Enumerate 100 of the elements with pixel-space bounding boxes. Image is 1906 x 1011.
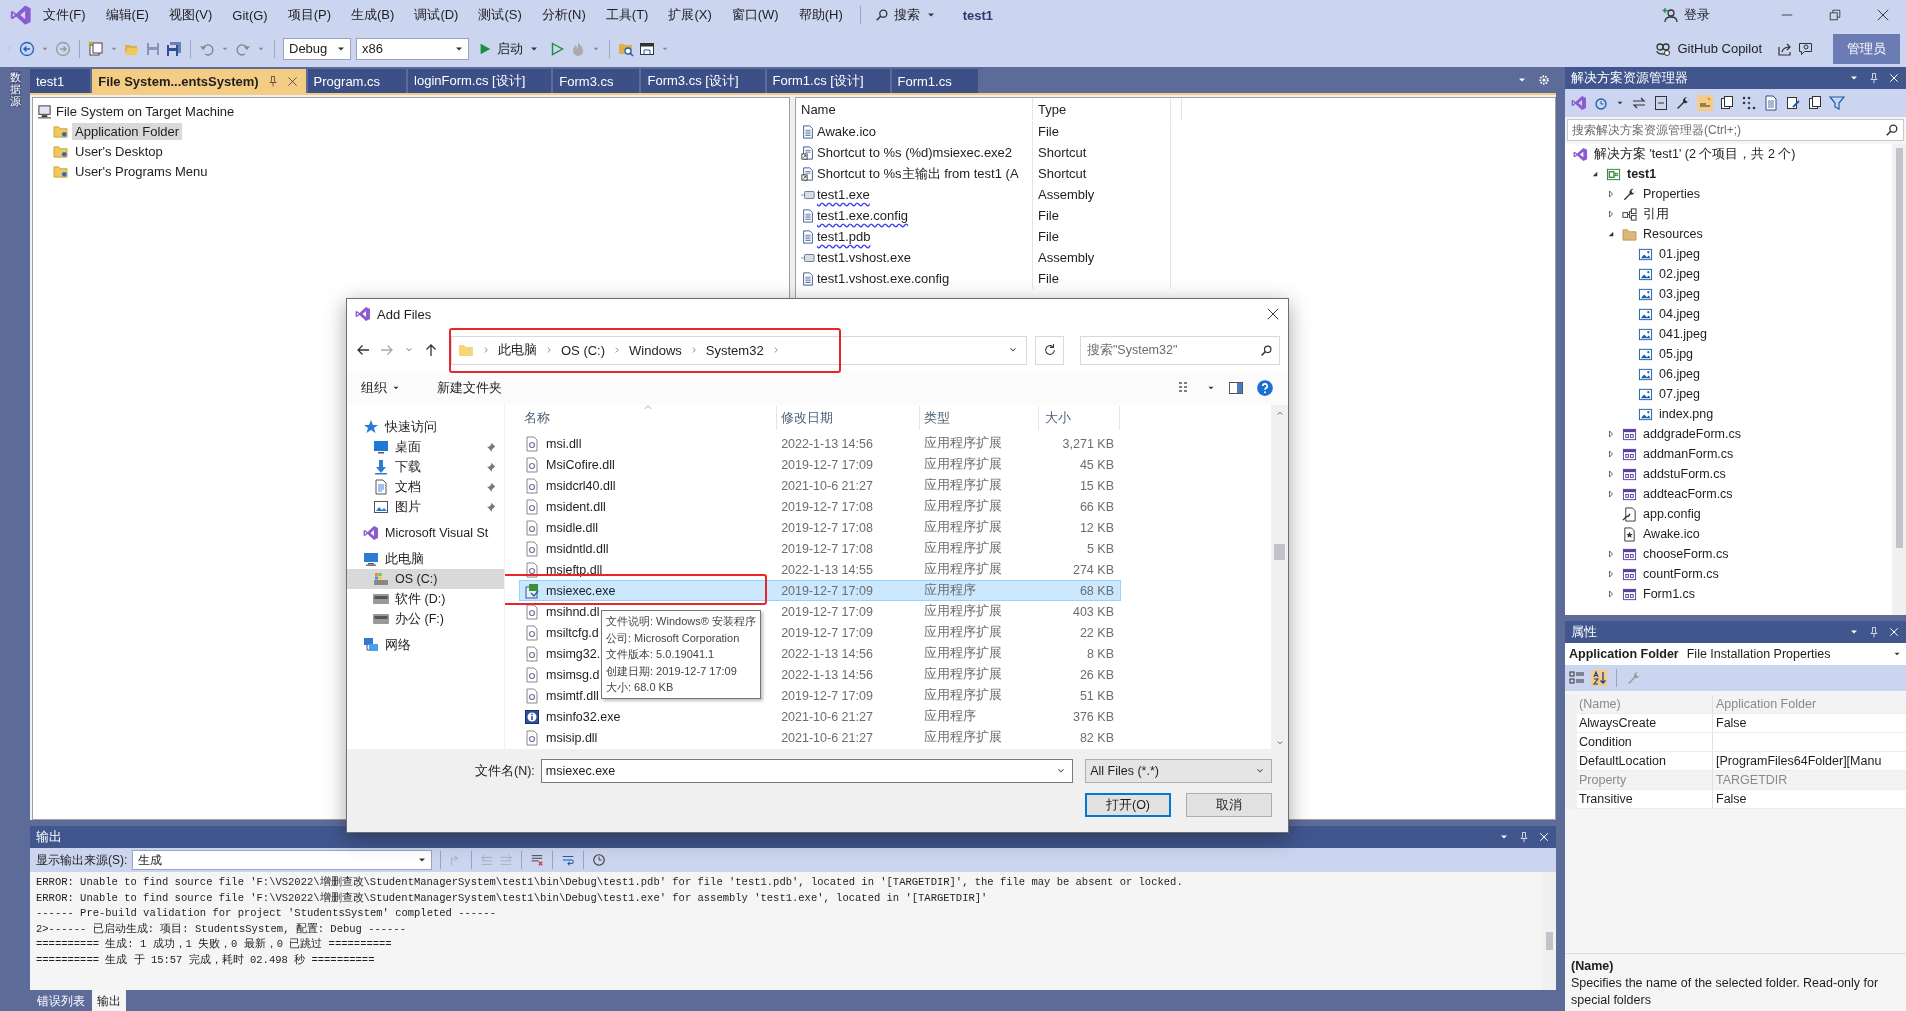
dialog-button[interactable]: 取消 (1186, 793, 1272, 817)
breadcrumb[interactable]: OS (C:) (561, 342, 606, 358)
tree-item[interactable]: 解决方案 'test1' (2 个项目，共 2 个) (1593, 144, 1797, 164)
start-button[interactable]: 启动 (474, 37, 544, 60)
help-icon[interactable] (1256, 379, 1274, 397)
file-name[interactable]: test1.exe (817, 187, 870, 202)
close-icon[interactable] (1876, 8, 1890, 22)
menu-item[interactable]: 帮助(H) (789, 2, 852, 28)
document-tab[interactable]: Form3.cs (553, 69, 640, 93)
tree-item[interactable]: Resources (1642, 226, 1704, 242)
switch-view-icon[interactable] (1571, 95, 1587, 111)
search-input[interactable]: 搜索"System32" (1086, 343, 1256, 357)
tree-item[interactable]: 07.jpeg (1658, 386, 1701, 402)
scrollbar[interactable] (1271, 405, 1288, 749)
pin-icon[interactable] (1518, 831, 1530, 843)
command-button[interactable]: 组织 (361, 379, 401, 397)
file-name[interactable]: test1.pdb (817, 229, 871, 244)
nav-item[interactable]: 办公 (F:) (347, 609, 504, 629)
back-icon[interactable] (19, 40, 35, 57)
pin-icon[interactable] (266, 75, 279, 87)
categorized-icon[interactable] (1569, 670, 1585, 686)
scroll-thumb[interactable] (1895, 148, 1903, 548)
panel-tab[interactable]: 错误列表 (32, 990, 90, 1011)
tree-item[interactable]: app.config (1642, 506, 1702, 522)
nav-item[interactable]: 文档 (347, 477, 504, 497)
nav-item[interactable]: 下载 (347, 457, 504, 477)
nav-item[interactable]: 软件 (D:) (347, 589, 504, 609)
file-row[interactable]: msiexec.exe 2019-12-7 17:09 应用程序 68 KB (519, 580, 1121, 601)
column-header[interactable]: Type (1033, 98, 1171, 120)
tree-item[interactable]: 06.jpeg (1658, 366, 1701, 382)
object-selector[interactable]: Application Folder File Installation Properties (1565, 643, 1906, 665)
document-tab[interactable]: Form1.cs (891, 69, 978, 93)
account-button[interactable]: 管理员 (1833, 33, 1900, 64)
play-outline-icon[interactable] (549, 40, 565, 57)
document-tab[interactable]: Form1.cs [设计] (766, 69, 890, 93)
document-tab[interactable]: test1 (30, 69, 91, 93)
nav-item[interactable]: 桌面 (347, 437, 504, 457)
menu-item[interactable]: 扩展(X) (659, 2, 721, 28)
scrollbar[interactable] (1892, 144, 1906, 615)
file-name[interactable]: Shortcut to %s主输出 from test1 (A (817, 164, 1019, 183)
sync-icon[interactable] (1631, 95, 1647, 111)
settings-icon[interactable] (1538, 74, 1550, 86)
pages-icon[interactable] (1807, 95, 1823, 111)
property-name[interactable]: Transitive (1577, 790, 1713, 808)
scrollbar[interactable] (1542, 872, 1556, 990)
nav-item[interactable]: Microsoft Visual St (347, 523, 504, 543)
document-tab[interactable]: File System...entsSystem) (92, 69, 306, 93)
column-header[interactable]: 修改日期 (777, 406, 920, 430)
column-header[interactable]: 类型 (919, 406, 1040, 430)
tree-item[interactable]: Awake.ico (1642, 526, 1701, 542)
column-header[interactable]: Name (796, 98, 1033, 120)
tree-item[interactable]: addteacForm.cs (1642, 486, 1734, 502)
file-name[interactable]: test1.vshost.exe (817, 250, 911, 265)
document-icon[interactable] (1763, 95, 1779, 111)
pin-icon[interactable] (1868, 72, 1880, 84)
menu-item[interactable]: 调试(D) (405, 2, 468, 28)
tree-item[interactable]: 05.jpg (1658, 346, 1695, 362)
property-name[interactable]: AlwaysCreate (1577, 714, 1713, 732)
panel-tab[interactable]: 输出 (92, 990, 126, 1011)
search-field[interactable]: 搜索"System32" (1079, 335, 1280, 365)
menu-item[interactable]: 工具(T) (596, 2, 658, 28)
new-item-icon[interactable] (88, 40, 104, 57)
file-name[interactable]: Shortcut to %s (%d)msiexec.exe2 (817, 145, 1013, 160)
document-tab[interactable]: Program.cs (307, 69, 407, 93)
file-name-input[interactable]: msiexec.exe (545, 764, 1055, 778)
dots-icon[interactable] (1741, 95, 1757, 111)
edit-icon[interactable] (1785, 95, 1801, 111)
tree-item[interactable]: test1 (1626, 166, 1658, 182)
file-name[interactable]: test1.exe.config (817, 208, 909, 223)
preview-pane-icon[interactable] (1228, 380, 1244, 396)
word-wrap-icon[interactable] (561, 853, 576, 867)
breadcrumb[interactable]: System32 (705, 342, 764, 358)
pin-icon[interactable] (1868, 626, 1880, 638)
nav-item[interactable]: 图片 (347, 497, 504, 517)
file-name[interactable]: test1.vshost.exe.config (817, 271, 950, 286)
dialog-button[interactable]: 打开(O) (1085, 793, 1171, 817)
breadcrumb[interactable]: 此电脑 (498, 341, 537, 359)
breadcrumb[interactable]: Windows (629, 342, 682, 358)
menu-item[interactable]: 项目(P) (278, 2, 341, 28)
column-header[interactable]: 名称 (520, 406, 778, 430)
document-tab[interactable]: Form3.cs [设计] (641, 69, 765, 93)
tree-item[interactable]: 04.jpeg (1658, 306, 1701, 322)
save-all-icon[interactable] (166, 40, 182, 57)
breadcrumb-bar[interactable]: 此电脑 OS (C:) Windows System32 (451, 335, 839, 365)
tree-item[interactable]: addmanForm.cs (1642, 446, 1735, 462)
copilot-button[interactable]: GitHub Copilot (1655, 40, 1762, 57)
history-icon[interactable] (1593, 95, 1609, 111)
clock-icon[interactable] (592, 853, 607, 867)
nav-item[interactable]: 此电脑 (347, 549, 504, 569)
sign-in-button[interactable]: 登录 (1662, 6, 1710, 24)
pages-icon[interactable] (1719, 95, 1735, 111)
restore-icon[interactable] (1828, 8, 1842, 22)
property-name[interactable]: DefaultLocation (1577, 752, 1713, 770)
menu-item[interactable]: Git(G) (223, 3, 277, 27)
property-value[interactable]: False (1716, 792, 1747, 806)
nav-item[interactable]: 快速访问 (347, 417, 504, 437)
tree-item[interactable]: User's Programs Menu (72, 162, 211, 180)
tree-item[interactable]: chooseForm.cs (1642, 546, 1730, 562)
property-value[interactable]: False (1716, 716, 1747, 730)
tree-item[interactable]: 041.jpeg (1658, 326, 1708, 342)
